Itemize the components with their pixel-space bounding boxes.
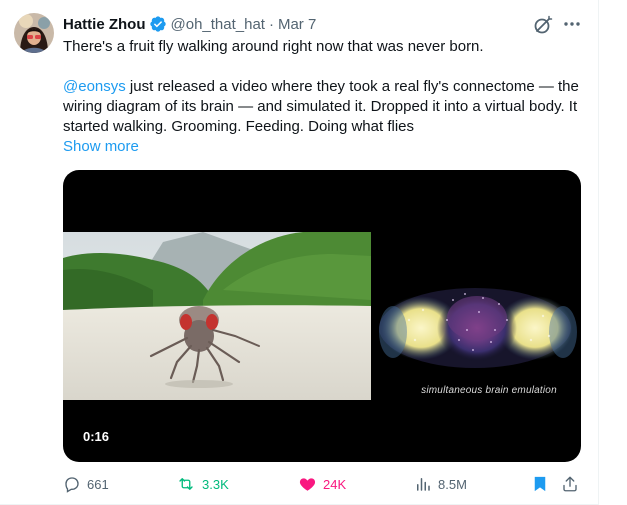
tweet-text: There's a fruit fly walking around right… bbox=[63, 37, 583, 157]
video-timestamp: 0:16 bbox=[83, 429, 110, 444]
tweet-paragraph: There's a fruit fly walking around right… bbox=[63, 38, 484, 55]
author-handle[interactable]: @oh_that_hat bbox=[171, 16, 265, 33]
view-count: 8.5M bbox=[438, 476, 467, 492]
reply-count: 661 bbox=[87, 476, 109, 492]
tweet-date[interactable]: Mar 7 bbox=[278, 16, 316, 33]
separator-dot: · bbox=[268, 15, 274, 33]
avatar[interactable] bbox=[14, 13, 54, 53]
grok-icon[interactable] bbox=[533, 15, 553, 35]
heart-icon bbox=[299, 478, 316, 491]
tweet-paragraph-body: just released a video where they took a … bbox=[63, 78, 579, 135]
author-name[interactable]: Hattie Zhou bbox=[63, 16, 146, 33]
bookmark-button[interactable] bbox=[531, 473, 555, 495]
like-button[interactable]: 24K bbox=[298, 473, 346, 495]
reply-button[interactable]: 661 bbox=[63, 473, 109, 495]
views-chart-icon bbox=[417, 478, 430, 491]
like-count: 24K bbox=[323, 476, 347, 492]
bookmark-icon bbox=[534, 476, 546, 492]
more-dots-icon[interactable] bbox=[562, 14, 582, 34]
tweet-header: Hattie Zhou @oh_that_hat · Mar 7 bbox=[63, 14, 316, 34]
video-frame bbox=[63, 232, 577, 400]
repost-icon bbox=[179, 478, 193, 490]
share-icon bbox=[563, 476, 577, 492]
views-button[interactable]: 8.5M bbox=[414, 473, 467, 495]
verified-badge-icon bbox=[149, 15, 167, 33]
tweet-paragraph: @eonsys just released a video where they… bbox=[63, 77, 583, 137]
mention-link[interactable]: @eonsys bbox=[63, 78, 126, 95]
show-more-link[interactable]: Show more bbox=[63, 138, 139, 155]
share-button[interactable] bbox=[561, 473, 585, 495]
tweet-actions: 661 3.3K 24K 8.5M bbox=[63, 473, 583, 495]
reply-icon bbox=[65, 477, 79, 493]
video-player[interactable]: simultaneous brain emulation 0:16 bbox=[63, 170, 581, 462]
column-border bbox=[598, 0, 599, 505]
repost-count: 3.3K bbox=[202, 476, 229, 492]
repost-button[interactable]: 3.3K bbox=[176, 473, 229, 495]
video-caption: simultaneous brain emulation bbox=[421, 385, 557, 396]
